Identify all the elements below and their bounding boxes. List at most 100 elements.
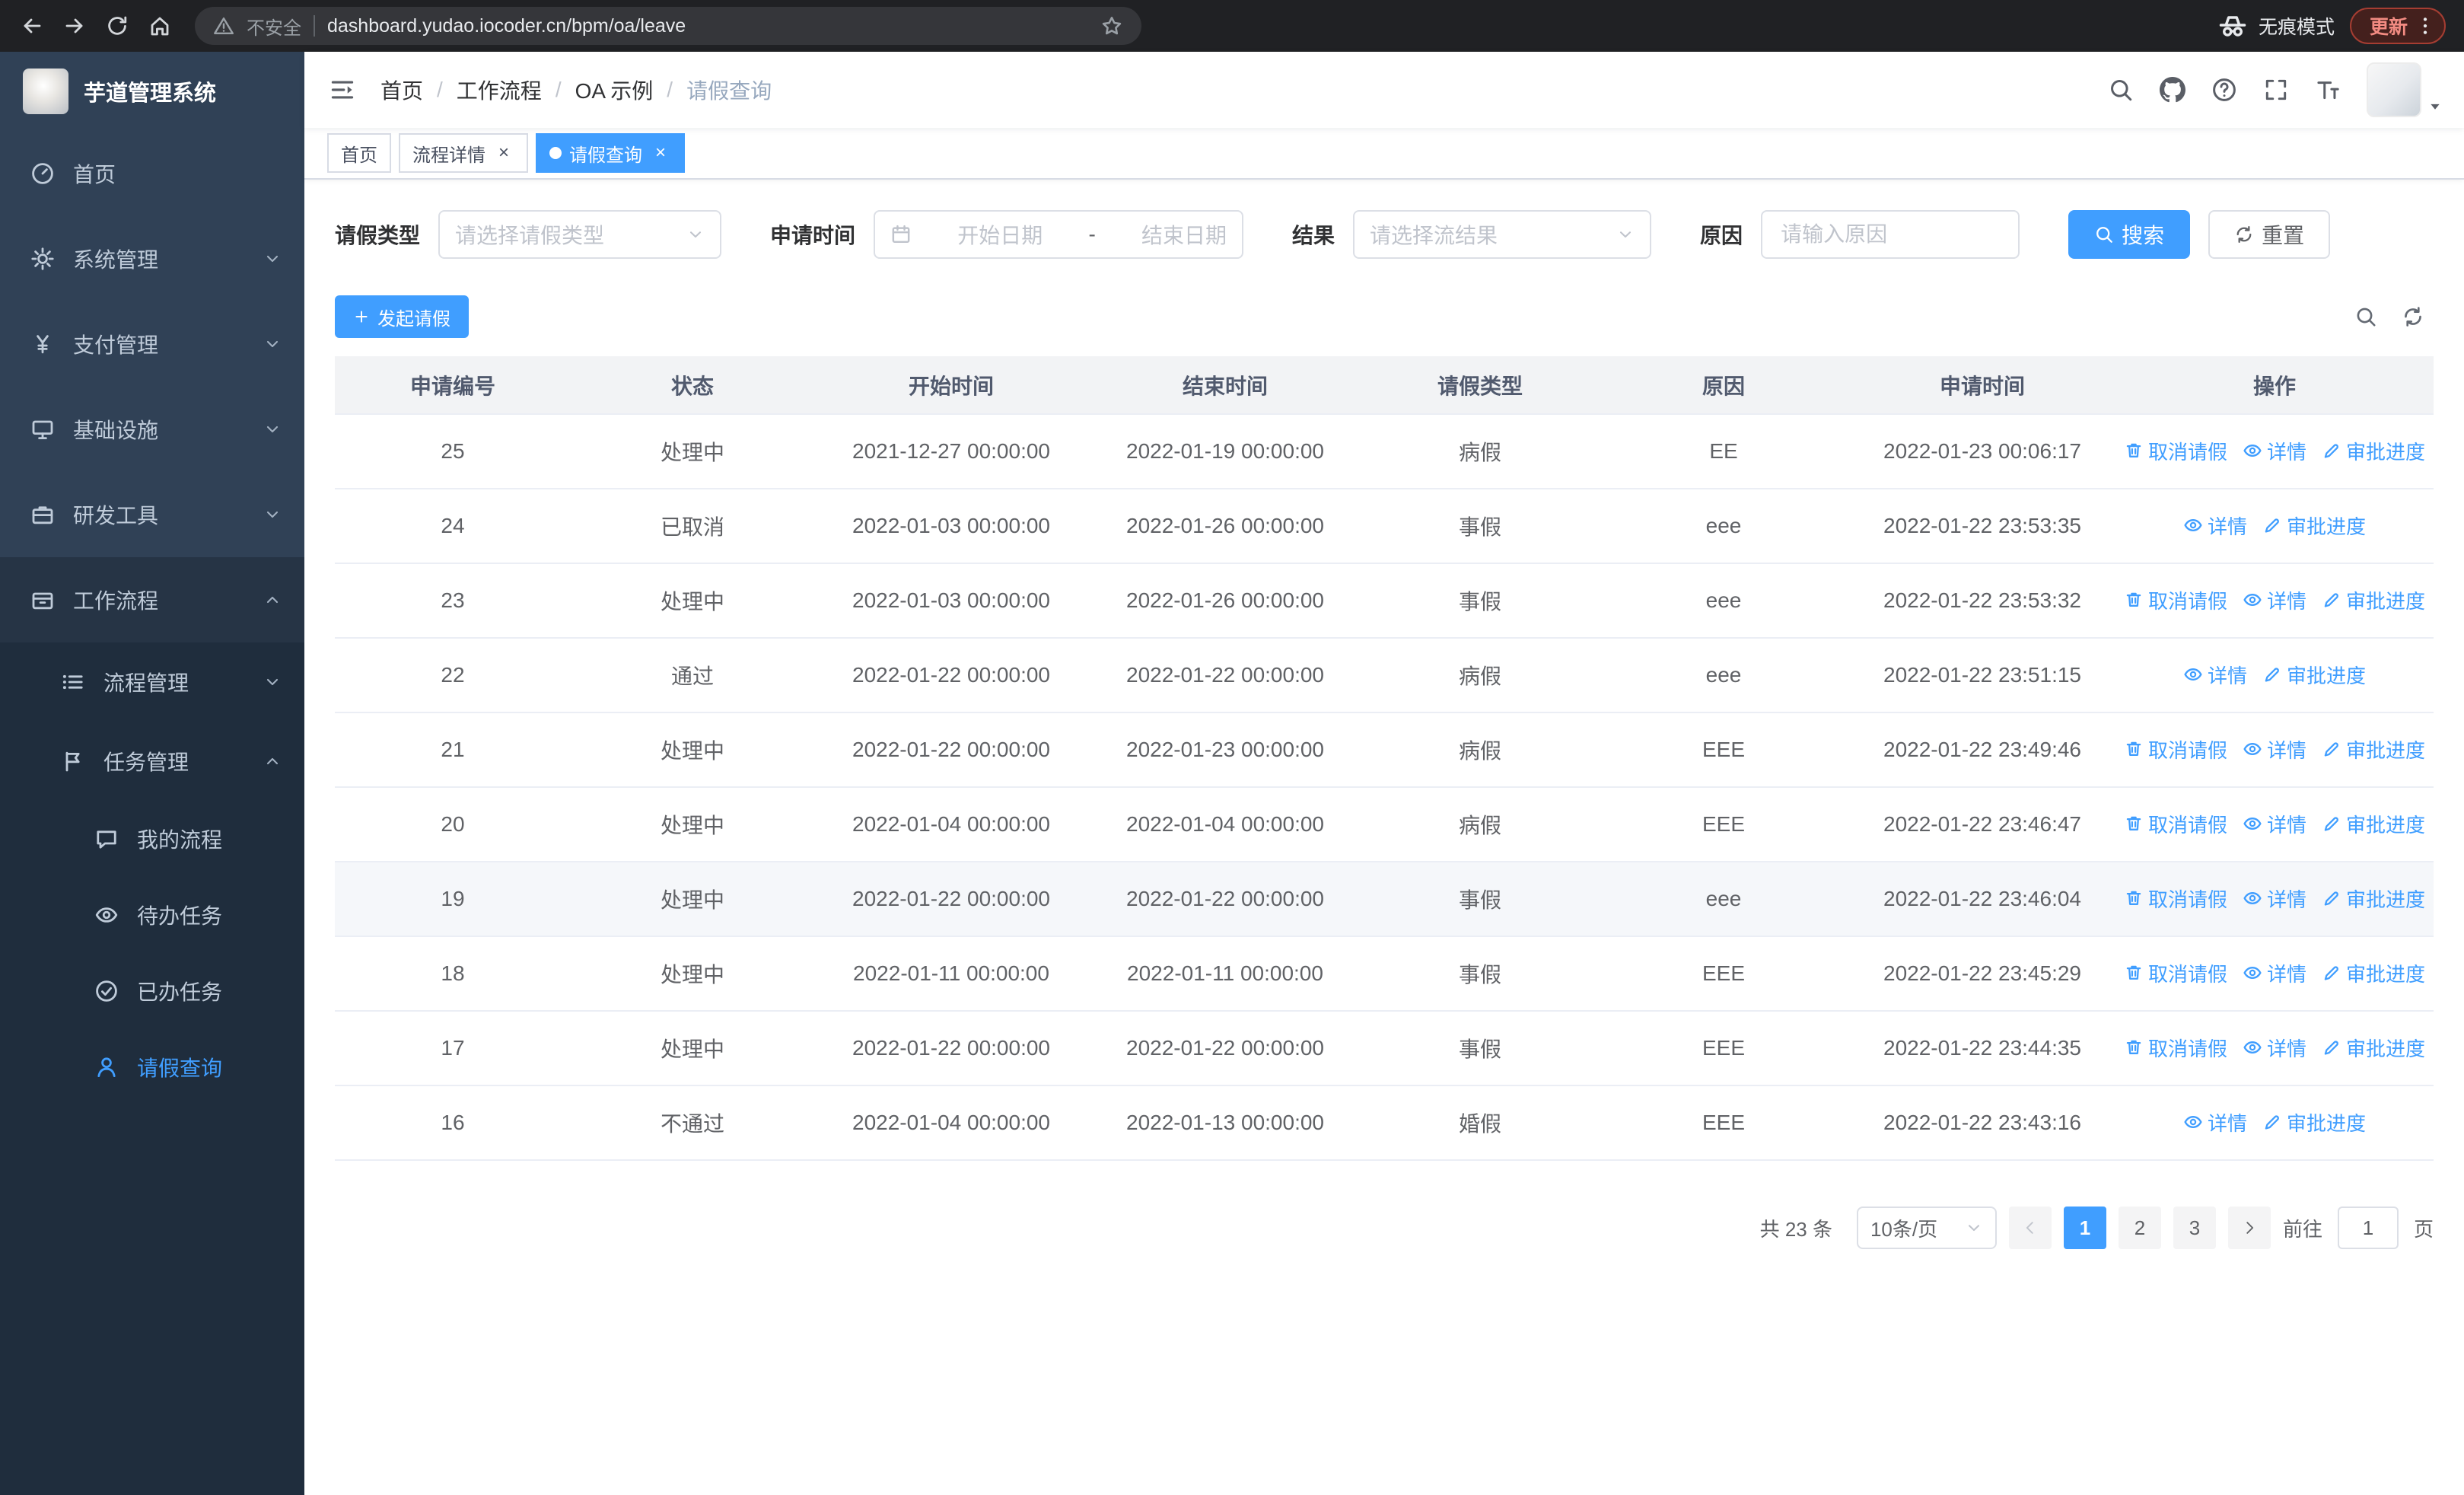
- action-cancel[interactable]: 取消请假: [2124, 586, 2227, 614]
- create-leave-button[interactable]: 发起请假: [335, 295, 469, 338]
- action-progress[interactable]: 审批进度: [2322, 959, 2425, 987]
- reset-button[interactable]: 重置: [2208, 210, 2331, 259]
- cell-leave-type: 事假: [1362, 936, 1598, 1012]
- sidebar-item-0[interactable]: 首页: [0, 131, 304, 216]
- progress-icon: [2322, 963, 2341, 983]
- reason-input[interactable]: [1761, 210, 2020, 259]
- action-progress[interactable]: 审批进度: [2262, 1108, 2366, 1136]
- browser-menu-icon[interactable]: [2414, 14, 2437, 37]
- goto-page-input[interactable]: [2337, 1207, 2399, 1249]
- font-size-icon[interactable]: [2315, 77, 2341, 103]
- action-detail[interactable]: 详情: [2243, 437, 2306, 465]
- action-cancel[interactable]: 取消请假: [2124, 1034, 2227, 1062]
- breadcrumb-item-1[interactable]: 工作流程: [457, 75, 542, 105]
- cell-apply-time: 2022-01-22 23:51:15: [1849, 638, 2115, 713]
- user-avatar[interactable]: [2367, 62, 2443, 117]
- table-row: 19 处理中 2022-01-22 00:00:00 2022-01-22 00:00…: [335, 862, 2434, 937]
- progress-icon: [2322, 888, 2341, 908]
- browser-reload-button[interactable]: [97, 6, 137, 46]
- result-select[interactable]: 请选择流结果: [1353, 210, 1652, 259]
- action-progress[interactable]: 审批进度: [2322, 810, 2425, 838]
- page-button-3[interactable]: 3: [2173, 1207, 2216, 1249]
- tab-2[interactable]: 请假查询 ×: [536, 133, 685, 173]
- action-cancel[interactable]: 取消请假: [2124, 735, 2227, 763]
- hamburger-icon[interactable]: [304, 76, 380, 104]
- prev-page-button[interactable]: [2008, 1207, 2052, 1249]
- sidebar-item-6[interactable]: 流程管理: [0, 642, 304, 722]
- cell-status: 处理中: [571, 862, 814, 937]
- close-icon[interactable]: ×: [650, 142, 671, 164]
- sidebar-item-7[interactable]: 任务管理: [0, 722, 304, 801]
- sidebar-item-4[interactable]: 研发工具: [0, 472, 304, 557]
- tab-1[interactable]: 流程详情 ×: [399, 133, 528, 173]
- action-detail[interactable]: 详情: [2183, 1108, 2247, 1136]
- action-progress[interactable]: 审批进度: [2262, 661, 2366, 689]
- update-label: 更新: [2369, 17, 2408, 38]
- sidebar-item-3[interactable]: 基础设施: [0, 387, 304, 472]
- cell-apply-id: 24: [335, 489, 571, 564]
- cell-leave-type: 病假: [1362, 712, 1598, 788]
- detail-icon: [2243, 590, 2262, 610]
- search-button[interactable]: 搜索: [2068, 210, 2191, 259]
- action-cancel[interactable]: 取消请假: [2124, 810, 2227, 838]
- sidebar-item-2[interactable]: 支付管理: [0, 301, 304, 387]
- action-detail[interactable]: 详情: [2243, 959, 2306, 987]
- sidebar-item-5[interactable]: 工作流程: [0, 557, 304, 642]
- fullscreen-icon[interactable]: [2263, 77, 2289, 103]
- action-label: 取消请假: [2147, 813, 2227, 837]
- close-icon[interactable]: ×: [493, 142, 514, 164]
- cell-leave-type: 病假: [1362, 638, 1598, 713]
- table-row: 22 通过 2022-01-22 00:00:00 2022-01-22 00:00:…: [335, 638, 2434, 713]
- address-bar[interactable]: 不安全 dashboard.yudao.iocoder.cn/bpm/oa/le…: [195, 7, 1141, 45]
- action-detail[interactable]: 详情: [2243, 885, 2306, 913]
- tab-0[interactable]: 首页: [327, 133, 391, 173]
- leave-type-select[interactable]: 请选择请假类型: [438, 210, 722, 259]
- action-progress[interactable]: 审批进度: [2322, 437, 2425, 465]
- action-progress[interactable]: 审批进度: [2322, 885, 2425, 913]
- breadcrumb-item-0[interactable]: 首页: [380, 75, 423, 105]
- apply-time-range-picker[interactable]: 开始日期 - 结束日期: [874, 210, 1244, 259]
- update-button[interactable]: 更新: [2349, 8, 2446, 44]
- action-detail[interactable]: 详情: [2183, 661, 2247, 689]
- sidebar-item-11[interactable]: 请假查询: [0, 1029, 304, 1105]
- page-button-1[interactable]: 1: [2063, 1207, 2106, 1249]
- url-text[interactable]: dashboard.yudao.iocoder.cn/bpm/oa/leave: [327, 15, 1088, 37]
- action-progress[interactable]: 审批进度: [2262, 512, 2366, 540]
- action-detail[interactable]: 详情: [2243, 1034, 2306, 1062]
- cell-reason: eee: [1598, 563, 1849, 639]
- refresh-table-icon[interactable]: [2402, 305, 2424, 328]
- cell-reason: EEE: [1598, 1011, 1849, 1086]
- action-detail[interactable]: 详情: [2243, 586, 2306, 614]
- github-icon[interactable]: [2160, 77, 2185, 103]
- toggle-search-icon[interactable]: [2354, 305, 2377, 328]
- progress-icon: [2322, 1038, 2341, 1057]
- breadcrumb-item-2[interactable]: OA 示例: [575, 75, 654, 105]
- action-cancel[interactable]: 取消请假: [2124, 959, 2227, 987]
- action-cancel[interactable]: 取消请假: [2124, 437, 2227, 465]
- action-detail[interactable]: 详情: [2183, 512, 2247, 540]
- page-button-2[interactable]: 2: [2118, 1207, 2161, 1249]
- cell-end-time: 2022-01-26 00:00:00: [1088, 489, 1362, 564]
- header-search-icon[interactable]: [2108, 77, 2134, 103]
- bookmark-star-icon[interactable]: [1100, 14, 1123, 37]
- action-progress[interactable]: 审批进度: [2322, 1034, 2425, 1062]
- browser-home-button[interactable]: [140, 6, 180, 46]
- security-label[interactable]: 不安全: [247, 13, 301, 40]
- action-detail[interactable]: 详情: [2243, 735, 2306, 763]
- sidebar-item-1[interactable]: 系统管理: [0, 216, 304, 301]
- sidebar-item-10[interactable]: 已办任务: [0, 953, 304, 1029]
- task-icon: [61, 749, 85, 773]
- action-cancel[interactable]: 取消请假: [2124, 885, 2227, 913]
- page-size-select[interactable]: 10条/页: [1856, 1207, 1997, 1249]
- app-logo[interactable]: 芋道管理系统: [0, 52, 304, 131]
- sidebar-item-9[interactable]: 待办任务: [0, 877, 304, 953]
- sidebar-item-8[interactable]: 我的流程: [0, 801, 304, 877]
- help-icon[interactable]: [2211, 77, 2237, 103]
- sidebar-item-label: 流程管理: [103, 671, 189, 695]
- action-detail[interactable]: 详情: [2243, 810, 2306, 838]
- next-page-button[interactable]: [2227, 1207, 2271, 1249]
- browser-back-button[interactable]: [12, 6, 52, 46]
- action-progress[interactable]: 审批进度: [2322, 586, 2425, 614]
- action-progress[interactable]: 审批进度: [2322, 735, 2425, 763]
- browser-forward-button[interactable]: [55, 6, 94, 46]
